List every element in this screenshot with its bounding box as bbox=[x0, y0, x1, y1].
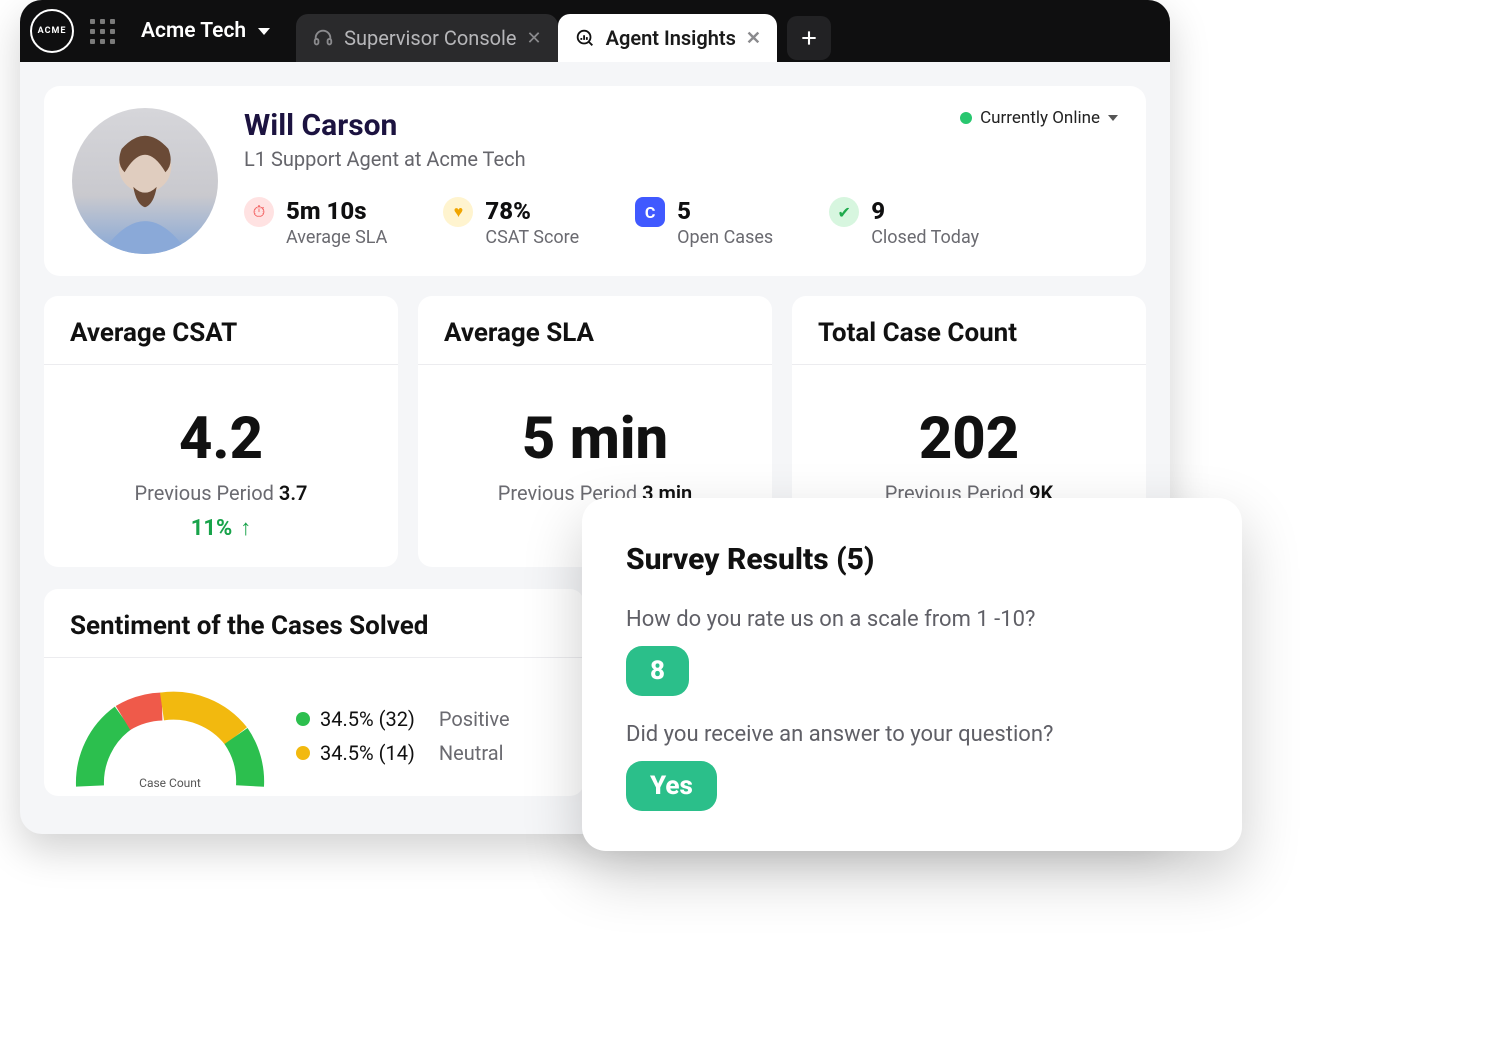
panel-title: Average SLA bbox=[418, 296, 772, 365]
kpi-value: 202 bbox=[792, 405, 1146, 473]
tab-agent-insights[interactable]: Agent Insights ✕ bbox=[558, 14, 777, 62]
status-dot-icon bbox=[960, 112, 972, 124]
kpi-previous: Previous Period 3.7 bbox=[44, 481, 398, 505]
metric-value: 5m 10s bbox=[286, 197, 387, 225]
top-bar: ACME Acme Tech Supervisor Console ✕ bbox=[20, 0, 1170, 62]
kpi-delta: 11% ↑ bbox=[191, 515, 252, 541]
insights-icon bbox=[574, 27, 596, 49]
legend-dot-icon bbox=[296, 712, 310, 726]
metric-label: Open Cases bbox=[677, 227, 773, 248]
close-icon[interactable]: ✕ bbox=[746, 28, 761, 49]
metric-closed-today: ✔ 9 Closed Today bbox=[829, 197, 979, 248]
avatar-placeholder-icon bbox=[72, 108, 218, 254]
status-picker[interactable]: Currently Online bbox=[960, 108, 1118, 128]
legend-neutral: 34.5% (14) Neutral bbox=[296, 741, 510, 765]
metric-open-cases: C 5 Open Cases bbox=[635, 197, 773, 248]
metric-average-sla: ⏱ 5m 10s Average SLA bbox=[244, 197, 387, 248]
tab-label: Supervisor Console bbox=[344, 26, 516, 50]
headset-icon bbox=[312, 27, 334, 49]
agent-role: L1 Support Agent at Acme Tech bbox=[244, 147, 526, 171]
survey-question-2: Did you receive an answer to your questi… bbox=[626, 722, 1198, 747]
metric-label: CSAT Score bbox=[485, 227, 579, 248]
brand-logo[interactable]: ACME bbox=[30, 9, 74, 53]
chevron-down-icon bbox=[1108, 115, 1118, 121]
workspace-picker[interactable]: Acme Tech bbox=[131, 19, 280, 43]
arrow-up-icon: ↑ bbox=[240, 515, 251, 541]
survey-answer-2: Yes bbox=[626, 761, 717, 811]
close-icon[interactable]: ✕ bbox=[527, 28, 542, 49]
tab-supervisor-console[interactable]: Supervisor Console ✕ bbox=[296, 14, 557, 62]
sentiment-gauge: Case Count bbox=[70, 676, 270, 796]
app-launcher-icon[interactable] bbox=[90, 19, 115, 44]
survey-results-card: Survey Results (5) How do you rate us on… bbox=[582, 498, 1242, 851]
cases-icon: C bbox=[635, 197, 665, 227]
gauge-caption: Case Count bbox=[70, 776, 270, 790]
metric-csat-score: ♥ 78% CSAT Score bbox=[443, 197, 579, 248]
panel-sentiment: Sentiment of the Cases Solved Case Count… bbox=[44, 589, 584, 796]
kpi-value: 4.2 bbox=[44, 405, 398, 473]
chevron-down-icon bbox=[258, 28, 270, 35]
panel-title: Average CSAT bbox=[44, 296, 398, 365]
legend-dot-icon bbox=[296, 746, 310, 760]
header-metrics: ⏱ 5m 10s Average SLA ♥ 78% CSAT Score bbox=[244, 197, 1118, 248]
status-label: Currently Online bbox=[980, 108, 1100, 128]
panel-average-csat: Average CSAT 4.2 Previous Period 3.7 11%… bbox=[44, 296, 398, 567]
metric-value: 78% bbox=[485, 197, 579, 225]
stopwatch-icon: ⏱ bbox=[244, 197, 274, 227]
metric-value: 9 bbox=[871, 197, 979, 225]
avatar[interactable] bbox=[72, 108, 218, 254]
tab-strip: Supervisor Console ✕ Agent Insights ✕ bbox=[296, 0, 831, 62]
legend-positive: 34.5% (32) Positive bbox=[296, 707, 510, 731]
kpi-value: 5 min bbox=[418, 405, 772, 473]
survey-question-1: How do you rate us on a scale from 1 -10… bbox=[626, 607, 1198, 632]
workspace-name: Acme Tech bbox=[141, 19, 246, 43]
survey-title: Survey Results (5) bbox=[626, 542, 1198, 577]
new-tab-button[interactable] bbox=[787, 16, 831, 60]
panel-title: Total Case Count bbox=[792, 296, 1146, 365]
agent-header-card: Will Carson L1 Support Agent at Acme Tec… bbox=[44, 86, 1146, 276]
survey-answer-1: 8 bbox=[626, 646, 689, 696]
metric-label: Closed Today bbox=[871, 227, 979, 248]
metric-label: Average SLA bbox=[286, 227, 387, 248]
sentiment-legend: 34.5% (32) Positive 34.5% (14) Neutral bbox=[296, 707, 510, 765]
heart-icon: ♥ bbox=[443, 197, 473, 227]
panel-title: Sentiment of the Cases Solved bbox=[44, 589, 584, 658]
tab-label: Agent Insights bbox=[606, 26, 736, 50]
check-circle-icon: ✔ bbox=[829, 197, 859, 227]
metric-value: 5 bbox=[677, 197, 773, 225]
agent-name: Will Carson bbox=[244, 108, 526, 143]
